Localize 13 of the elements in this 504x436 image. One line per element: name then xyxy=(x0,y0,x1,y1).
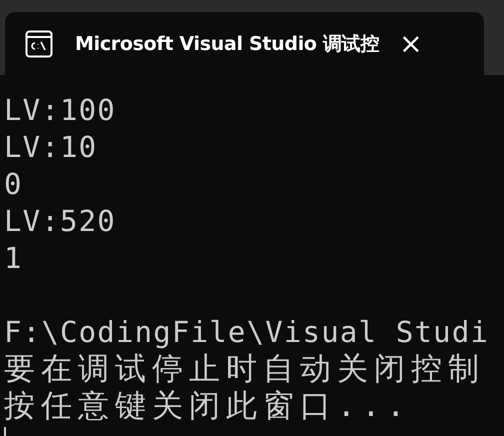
console-line: F:\CodingFile\Visual Studi xyxy=(4,314,490,351)
console-line: LV:520 xyxy=(4,203,117,240)
console-line: 要在调试停止时自动关闭控制 xyxy=(4,351,486,388)
terminal-icon xyxy=(25,30,53,58)
terminal-tab[interactable]: Microsoft Visual Studio 调试控 × xyxy=(5,12,484,75)
console-line: 0 xyxy=(4,166,24,203)
tab-title: Microsoft Visual Studio 调试控 xyxy=(75,32,380,56)
close-button[interactable]: × xyxy=(393,30,429,58)
console-line: LV:10 xyxy=(4,129,98,166)
console-line: 按任意键关闭此窗口... xyxy=(4,388,412,425)
text-cursor xyxy=(4,427,6,436)
console-line: 1 xyxy=(4,240,24,277)
console-line: LV:100 xyxy=(4,92,117,129)
